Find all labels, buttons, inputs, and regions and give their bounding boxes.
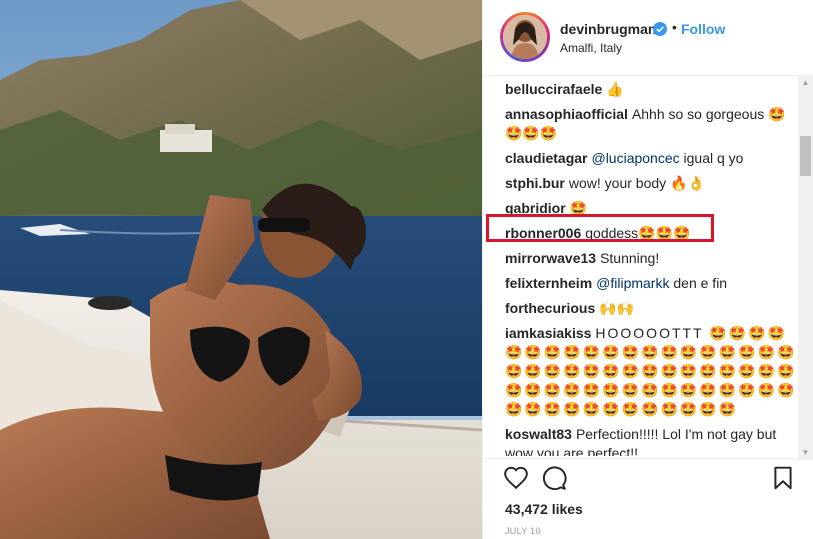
comment: koswalt83 Perfection!!!!! Lol I'm not gay… [505, 425, 797, 456]
location-link[interactable]: Amalfi, Italy [560, 41, 622, 55]
comment-username[interactable]: felixternheim [505, 275, 592, 291]
username-link[interactable]: devinbrugman [560, 21, 656, 37]
comment: stphi.bur wow! your body 🔥👌 [505, 174, 797, 193]
action-bar [482, 458, 813, 499]
comment: mirrorwave13 Stunning! [505, 249, 797, 268]
comment: iamkasiakiss HOOOOOTTT 🤩🤩🤩🤩🤩🤩🤩🤩🤩🤩🤩🤩🤩🤩🤩🤩🤩🤩… [505, 324, 797, 419]
instagram-post: devinbrugman • Follow Amalfi, Italy bell… [0, 0, 813, 539]
comment-username[interactable]: stphi.bur [505, 175, 565, 191]
comment-text: 👍 [606, 81, 624, 97]
comment-text: den e fin [669, 275, 728, 291]
bookmark-icon[interactable] [770, 465, 796, 491]
comments-scrollbar[interactable]: ▲ ▼ [798, 76, 813, 460]
comment-username[interactable]: mirrorwave13 [505, 250, 596, 266]
avatar[interactable] [500, 12, 550, 62]
post-header: devinbrugman • Follow Amalfi, Italy [483, 0, 813, 76]
verified-badge-icon [653, 22, 667, 36]
post-photo[interactable] [0, 0, 482, 539]
scrollbar-thumb[interactable] [800, 136, 811, 176]
heart-icon[interactable] [503, 465, 529, 491]
photo-illustration [0, 0, 482, 539]
comment-username[interactable]: claudietagar [505, 150, 587, 166]
comment: felixternheim @filipmarkk den e fin [505, 274, 797, 293]
comment: belluccirafaele 👍 [505, 80, 797, 99]
comment-mention[interactable]: @luciaponcec [591, 150, 679, 166]
scroll-up-arrow-icon[interactable]: ▲ [798, 76, 813, 90]
post-date: JULY 10 [505, 526, 541, 536]
comment-text: wow! your body 🔥👌 [568, 175, 705, 191]
comment-bubble-icon[interactable] [541, 465, 567, 491]
comment-username[interactable]: annasophiaofficial [505, 106, 628, 122]
comment-text: igual q yo [679, 150, 744, 166]
comment-username[interactable]: iamkasiakiss [505, 325, 591, 341]
comment-text: Stunning! [600, 250, 660, 266]
likes-count[interactable]: 43,472 likes [505, 501, 583, 517]
comment: annasophiaofficial Ahhh so so gorgeous 🤩🤩… [505, 105, 797, 143]
comment-username[interactable]: forthecurious [505, 300, 595, 316]
comment-list: belluccirafaele 👍 annasophiaofficial Ahhh … [505, 80, 797, 456]
highlight-box [486, 214, 714, 242]
comment-username[interactable]: koswalt83 [505, 426, 572, 442]
comment-text: 🙌🙌 [599, 300, 635, 316]
comment-mention[interactable]: @filipmarkk [596, 275, 669, 291]
follow-button[interactable]: Follow [681, 21, 725, 37]
avatar-image [503, 15, 547, 59]
comment-username[interactable]: belluccirafaele [505, 81, 602, 97]
comment: forthecurious 🙌🙌 [505, 299, 797, 318]
comment: claudietagar @luciaponcec igual q yo [505, 149, 797, 168]
separator-dot: • [672, 19, 677, 35]
